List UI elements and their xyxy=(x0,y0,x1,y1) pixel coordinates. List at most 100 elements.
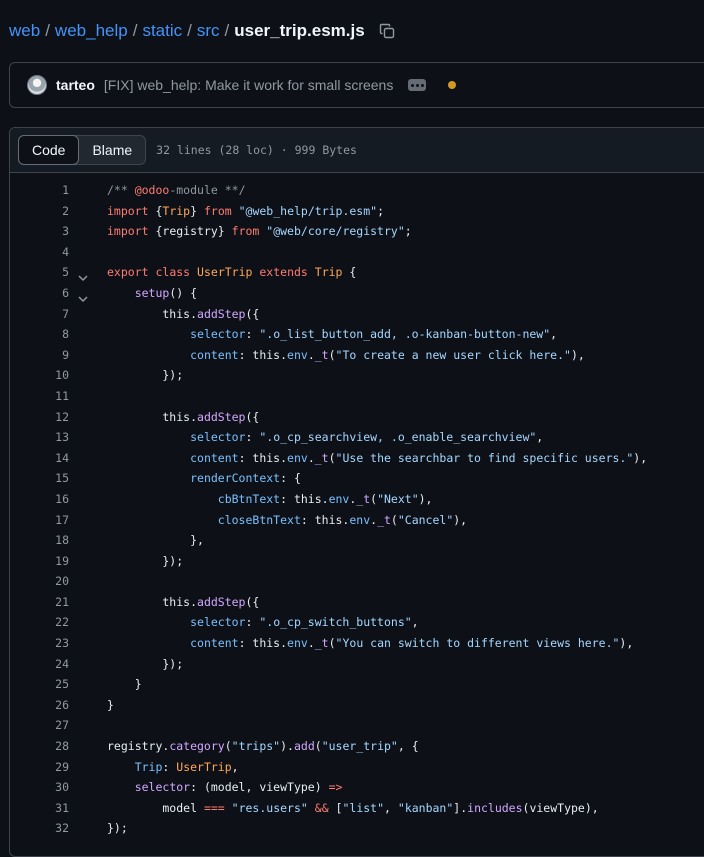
line-number[interactable]: 19 xyxy=(10,551,69,572)
line-number[interactable]: 28 xyxy=(10,736,69,757)
file-name: user_trip.esm.js xyxy=(234,21,365,40)
code-line: 13 selector: ".o_cp_searchview, .o_enabl… xyxy=(10,427,704,448)
line-number[interactable]: 6 xyxy=(10,283,69,304)
file-meta: 32 lines (28 loc) · 999 Bytes xyxy=(156,143,357,157)
code-line: 21 this.addStep({ xyxy=(10,592,704,613)
code-text: export class UserTrip extends Trip { xyxy=(107,265,357,280)
line-number[interactable]: 3 xyxy=(10,221,69,242)
code-text: Trip: UserTrip, xyxy=(134,759,239,774)
line-number[interactable]: 9 xyxy=(10,345,69,366)
code-text: content: this.env._t("You can switch to … xyxy=(190,636,634,651)
chevron-down-icon[interactable] xyxy=(78,268,88,282)
breadcrumb: web / web_help / static / src / user_tri… xyxy=(9,18,395,44)
line-number[interactable]: 30 xyxy=(10,777,69,798)
code-line: 22 selector: ".o_cp_switch_buttons", xyxy=(10,612,704,633)
line-number[interactable]: 11 xyxy=(10,386,69,407)
line-number[interactable]: 10 xyxy=(10,365,69,386)
code-text: cbBtnText: this.env._t("Next"), xyxy=(217,491,433,506)
line-number[interactable]: 12 xyxy=(10,407,69,428)
line-number[interactable]: 7 xyxy=(10,304,69,325)
line-number[interactable]: 24 xyxy=(10,654,69,675)
line-number[interactable]: 25 xyxy=(10,674,69,695)
code-line: 26} xyxy=(10,695,704,716)
line-number[interactable]: 1 xyxy=(10,180,69,201)
breadcrumb-separator: / xyxy=(187,21,192,40)
code-line: 23 content: this.env._t("You can switch … xyxy=(10,633,704,654)
tab-blame[interactable]: Blame xyxy=(79,136,145,164)
code-text: }); xyxy=(107,368,184,383)
code-line: 17 closeBtnText: this.env._t("Cancel"), xyxy=(10,510,704,531)
line-number[interactable]: 17 xyxy=(10,510,69,531)
code-line: 1 /** @odoo-module **/ xyxy=(10,180,704,201)
line-number[interactable]: 20 xyxy=(10,571,69,592)
code-text: registry.category("trips").add("user_tri… xyxy=(107,739,419,754)
line-number[interactable]: 8 xyxy=(10,324,69,345)
breadcrumb-separator: / xyxy=(132,21,138,40)
line-number[interactable]: 13 xyxy=(10,427,69,448)
code-text: selector: (model, viewType) => xyxy=(134,780,343,795)
code-line: 10 }); xyxy=(10,365,704,386)
code-line: 9 content: this.env._t("To create a new … xyxy=(10,345,704,366)
code-line: 32}); xyxy=(10,818,704,839)
line-number[interactable]: 15 xyxy=(10,468,69,489)
code-text: /** @odoo-module **/ xyxy=(107,183,246,197)
code-text: setup() { xyxy=(134,285,198,300)
breadcrumb-link-src[interactable]: src xyxy=(197,21,220,41)
code-text: selector: ".o_cp_switch_buttons", xyxy=(190,615,419,630)
breadcrumb-separator: / xyxy=(224,21,230,40)
breadcrumb-link-static[interactable]: static xyxy=(142,21,182,41)
line-number[interactable]: 2 xyxy=(10,201,69,222)
breadcrumb-link-web-help[interactable]: web_help xyxy=(55,21,128,41)
code-line: 18 }, xyxy=(10,530,704,551)
line-number[interactable]: 31 xyxy=(10,798,69,819)
code-line: 29 Trip: UserTrip, xyxy=(10,757,704,778)
ellipsis-icon[interactable] xyxy=(408,79,427,91)
commit-author[interactable]: tarteo xyxy=(56,77,95,93)
line-number[interactable]: 4 xyxy=(10,242,69,263)
code-text: this.addStep({ xyxy=(107,409,260,424)
code-line: 8 selector: ".o_list_button_add, .o-kanb… xyxy=(10,324,704,345)
line-number[interactable]: 29 xyxy=(10,757,69,778)
line-number[interactable]: 18 xyxy=(10,530,69,551)
code-text: content: this.env._t("Use the searchbar … xyxy=(190,450,648,465)
code-text: import {Trip} from "@web_help/trip.esm"; xyxy=(107,203,385,218)
code-text: this.addStep({ xyxy=(107,306,260,321)
line-number[interactable]: 26 xyxy=(10,695,69,716)
line-number[interactable]: 22 xyxy=(10,612,69,633)
code-text: import {registry} from "@web/core/regist… xyxy=(107,224,412,239)
code-line: 15 renderContext: { xyxy=(10,468,704,489)
copy-icon[interactable] xyxy=(379,23,395,39)
code-text: }); xyxy=(107,821,128,836)
line-number[interactable]: 23 xyxy=(10,633,69,654)
breadcrumb-separator: / xyxy=(45,21,50,40)
code-text: model === "res.users" && ["list", "kanba… xyxy=(107,800,599,815)
line-number[interactable]: 14 xyxy=(10,448,69,469)
code-line: 24 }); xyxy=(10,654,704,675)
tab-code[interactable]: Code xyxy=(18,135,80,165)
code-line: 27 xyxy=(10,715,704,736)
line-number[interactable]: 27 xyxy=(10,715,69,736)
line-number[interactable]: 16 xyxy=(10,489,69,510)
avatar[interactable] xyxy=(27,75,47,95)
code-text: this.addStep({ xyxy=(107,594,260,609)
line-number[interactable]: 21 xyxy=(10,592,69,613)
code-text: closeBtnText: this.env._t("Cancel"), xyxy=(217,512,468,527)
code-text: } xyxy=(107,697,114,712)
code-line: 11 xyxy=(10,386,704,407)
code-line: 2 import {Trip} from "@web_help/trip.esm"… xyxy=(10,201,704,222)
breadcrumb-link-web[interactable]: web xyxy=(9,21,40,41)
line-number[interactable]: 32 xyxy=(10,818,69,839)
code-line: 30 selector: (model, viewType) => xyxy=(10,777,704,798)
code-text: }); xyxy=(107,656,184,671)
code-line: 3 import {registry} from "@web/core/regis… xyxy=(10,221,704,242)
chevron-down-icon[interactable] xyxy=(78,289,88,303)
commit-status-dot[interactable] xyxy=(448,81,457,89)
code-viewer: Code Blame 32 lines (28 loc) · 999 Bytes… xyxy=(9,127,704,857)
code-body: 1 /** @odoo-module **/ 2 import {Trip} from… xyxy=(10,173,704,839)
line-number[interactable]: 5 xyxy=(10,262,69,283)
commit-message[interactable]: [FIX] web_help: Make it work for small s… xyxy=(104,77,393,93)
code-text: }); xyxy=(107,553,184,568)
code-text: selector: ".o_list_button_add, .o-kanban… xyxy=(190,327,558,342)
view-toggle: Code Blame xyxy=(18,135,147,165)
code-line: 20 xyxy=(10,571,704,592)
